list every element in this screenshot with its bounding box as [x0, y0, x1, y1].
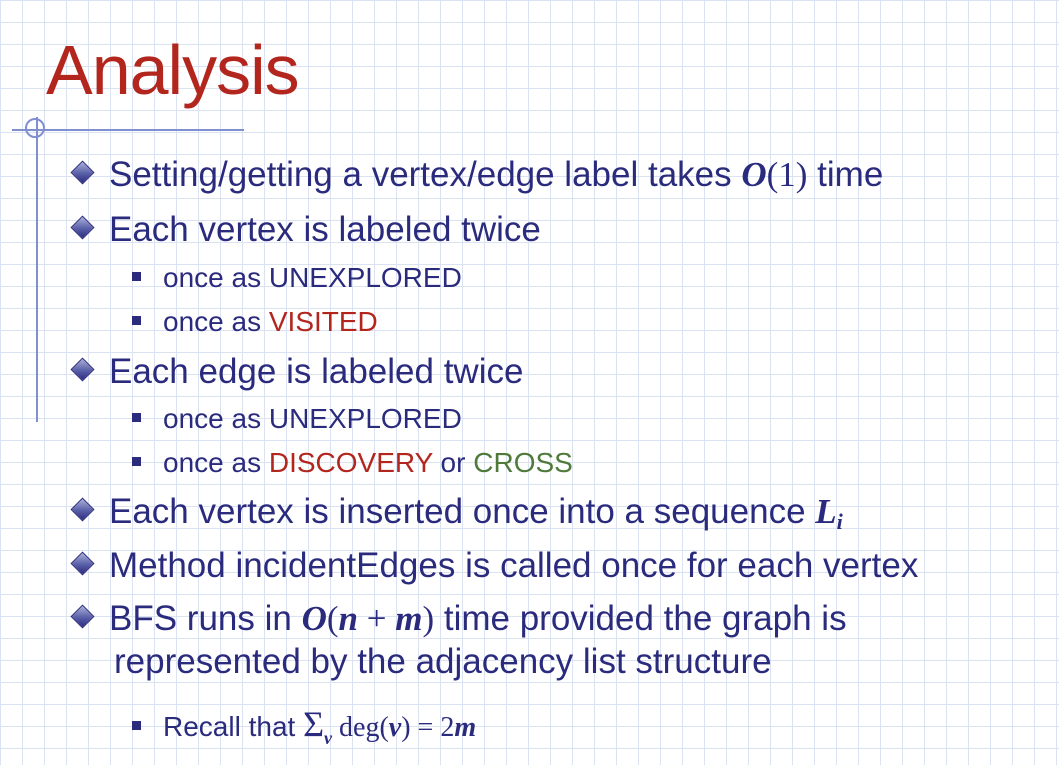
bullet-text-after: time [807, 155, 884, 194]
label-cross: CROSS [473, 447, 573, 478]
diamond-bullet-icon [70, 160, 95, 185]
label-discovery: DISCOVERY [268, 447, 433, 478]
bullet-text: Each vertex is labeled twice [109, 210, 541, 249]
diamond-bullet-icon [70, 551, 95, 576]
math-v: v [388, 712, 402, 743]
bullet-text: Each vertex is inserted once into a sequ… [109, 492, 816, 531]
math-big-o: O [301, 599, 327, 638]
math-plus: + [357, 599, 396, 638]
slide-title: Analysis [46, 31, 300, 109]
bullet-incident-edges: Method incidentEdges is called once for … [70, 546, 919, 586]
subbullet-prefix: once as [163, 306, 269, 337]
math-big-o: O [741, 155, 767, 194]
bullet-bfs-runtime-line2: represented by the adjacency list struct… [114, 642, 772, 681]
bullet-text: Setting/getting a vertex/edge label take… [109, 155, 742, 194]
bullet-text: Each edge is labeled twice [109, 352, 524, 391]
diamond-bullet-icon [70, 357, 95, 382]
math-sigma: Σ [303, 704, 325, 744]
math-arg: (1) [766, 155, 808, 194]
math-open-paren: ( [326, 599, 339, 638]
diamond-bullet-icon [70, 215, 95, 240]
math-close-paren: ) [422, 599, 435, 638]
decor-horizontal-line [12, 129, 244, 131]
math-eq: ) = 2 [401, 712, 455, 743]
subbullet-recall-sum: Recall that Σv deg(v) = 2m [132, 703, 477, 748]
subbullet-edge-unexplored: once as UNEXPLORED [132, 403, 462, 435]
crosshair-icon [25, 118, 45, 138]
math-m: m [454, 712, 477, 743]
math-sigma-sub: v [324, 728, 333, 748]
bullet-vertex-inserted: Each vertex is inserted once into a sequ… [70, 492, 843, 534]
diamond-bullet-icon [70, 497, 95, 522]
math-n: n [338, 599, 358, 638]
bullet-text: Method incidentEdges is called once for … [109, 546, 919, 585]
diamond-bullet-icon [70, 604, 95, 629]
subbullet-prefix: once as [163, 447, 269, 478]
subbullet-prefix: Recall that [163, 711, 304, 742]
square-bullet-icon [132, 721, 141, 731]
bullet-text-2: time provided the graph is [434, 599, 847, 638]
subbullet-middle: or [432, 447, 474, 478]
bullet-bfs-runtime: BFS runs in O(n + m) time provided the g… [70, 599, 847, 639]
math-deg: deg( [332, 712, 389, 743]
math-m: m [395, 599, 423, 638]
label-visited: VISITED [268, 306, 378, 337]
square-bullet-icon [132, 316, 141, 326]
square-bullet-icon [132, 413, 141, 423]
bullet-label-time: Setting/getting a vertex/edge label take… [70, 155, 884, 195]
decor-vertical-line [36, 117, 38, 422]
subbullet-vertex-unexplored: once as UNEXPLORED [132, 262, 462, 294]
math-sequence-var: L [815, 492, 837, 531]
square-bullet-icon [132, 272, 141, 282]
bullet-edge-labeled: Each edge is labeled twice [70, 352, 524, 392]
bullet-text: BFS runs in [109, 599, 302, 638]
subbullet-vertex-visited: once as VISITED [132, 306, 378, 338]
math-sequence-sub: i [836, 509, 843, 534]
subbullet-edge-discovery-cross: once as DISCOVERY or CROSS [132, 447, 573, 479]
subbullet-text: once as UNEXPLORED [163, 262, 462, 293]
bullet-vertex-labeled: Each vertex is labeled twice [70, 210, 541, 250]
square-bullet-icon [132, 457, 141, 467]
subbullet-text: once as UNEXPLORED [163, 403, 462, 434]
